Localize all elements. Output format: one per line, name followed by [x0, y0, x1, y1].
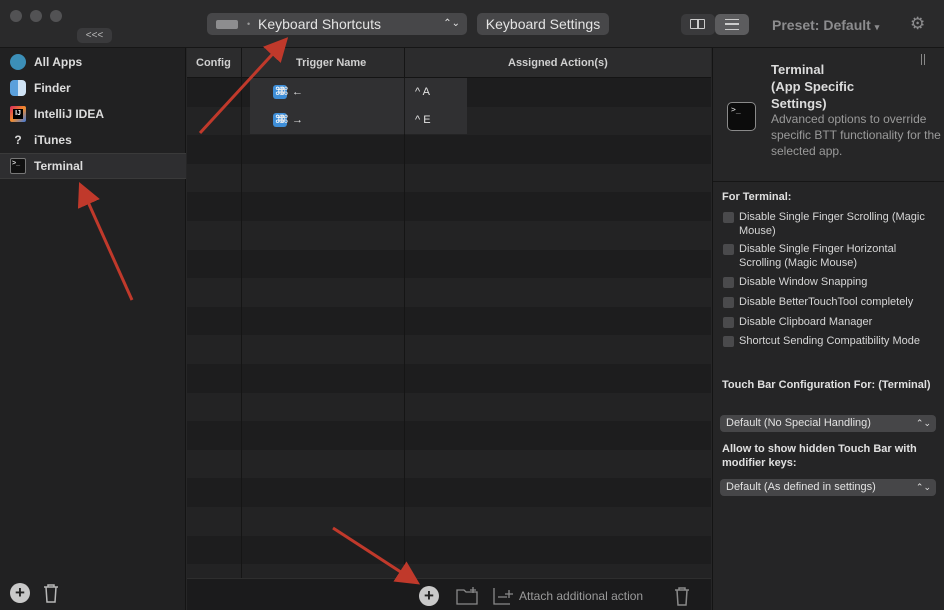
gear-icon[interactable]: ⚙	[910, 14, 925, 34]
app-settings-panel: >_ Terminal (App Specific Settings) Adva…	[712, 48, 944, 610]
trash-icon	[44, 583, 58, 603]
sidebar-item-finder[interactable]: Finder	[0, 75, 186, 101]
preset-label: Preset: Default	[772, 17, 871, 33]
collapse-sidebar-button[interactable]: <<<	[77, 28, 112, 43]
option-disable-single-finger-scrolling[interactable]: Disable Single Finger Scrolling (Magic M…	[723, 210, 933, 238]
sidebar-item-all-apps[interactable]: All Apps	[0, 49, 186, 75]
sidebar-item-label: iTunes	[34, 133, 72, 147]
toolbar: <<< • Keyboard Shortcuts ⌃⌄ Keyboard Set…	[0, 0, 944, 48]
new-folder-button[interactable]	[455, 585, 479, 607]
table-row[interactable]: ⌘ ⌘ ← ^ A	[250, 78, 467, 106]
chevron-updown-icon: ⌃⌄	[443, 18, 460, 29]
finder-icon	[10, 80, 26, 96]
table-header: Config Trigger Name Assigned Action(s)	[187, 48, 711, 78]
table-footer: + Attach additional action	[187, 578, 711, 610]
keyboard-icon	[216, 20, 238, 29]
list-view-icon	[725, 19, 739, 30]
table-row[interactable]: ⌘ ⌘ → ^ E	[250, 106, 467, 134]
intellij-icon: IJ	[10, 106, 26, 122]
preset-select[interactable]: Preset: Default ▾	[772, 17, 879, 33]
add-trigger-button[interactable]: +	[419, 586, 439, 606]
option-label: Disable Single Finger Scrolling (Magic M…	[739, 211, 925, 237]
terminal-icon: >_	[10, 158, 26, 174]
select-value: Default (As defined in settings)	[726, 481, 876, 493]
globe-icon	[10, 54, 26, 70]
panel-title: Terminal (App Specific Settings)	[771, 62, 855, 111]
column-trigger-name[interactable]: Trigger Name	[296, 57, 366, 69]
list-view-button[interactable]	[715, 14, 749, 35]
chevron-down-icon: ▾	[874, 22, 880, 32]
sidebar-item-label: IntelliJ IDEA	[34, 107, 105, 121]
keyboard-settings-button[interactable]: Keyboard Settings	[477, 13, 609, 35]
hidden-touchbar-heading: Allow to show hidden Touch Bar with modi…	[722, 443, 917, 469]
for-terminal-heading: For Terminal:	[722, 191, 792, 203]
option-disable-horizontal-scrolling[interactable]: Disable Single Finger Horizontal Scrolli…	[723, 242, 933, 270]
option-label: Disable Window Snapping	[739, 276, 868, 288]
column-config[interactable]: Config	[196, 57, 231, 69]
option-disable-clipboard-manager[interactable]: Disable Clipboard Manager	[723, 315, 933, 329]
question-icon: ?	[14, 133, 22, 147]
sidebar-item-intellij[interactable]: IJ IntelliJ IDEA	[0, 101, 186, 127]
trigger-category-select[interactable]: • Keyboard Shortcuts ⌃⌄	[207, 13, 467, 35]
option-disable-btt[interactable]: Disable BetterTouchTool completely	[723, 295, 933, 309]
checkbox[interactable]	[723, 277, 734, 288]
assigned-action: ^ A	[415, 86, 430, 98]
zoom-window-button[interactable]	[50, 10, 62, 22]
column-assigned-actions[interactable]: Assigned Action(s)	[508, 57, 608, 69]
sidebar-item-itunes[interactable]: ? iTunes	[0, 127, 186, 153]
trigger-table: Config Trigger Name Assigned Action(s) ⌘…	[187, 48, 711, 610]
checkbox[interactable]	[723, 317, 734, 328]
option-label: Disable BetterTouchTool completely	[739, 296, 914, 308]
category-label: Keyboard Shortcuts	[258, 16, 381, 32]
delete-app-button[interactable]	[41, 582, 61, 604]
checkbox[interactable]	[723, 336, 734, 347]
attach-action-icon	[493, 588, 513, 605]
checkbox[interactable]	[723, 212, 734, 223]
split-view-button[interactable]	[681, 14, 715, 35]
option-shortcut-compat-mode[interactable]: Shortcut Sending Compatibility Mode	[723, 334, 933, 348]
attach-action-button[interactable]: Attach additional action	[491, 585, 661, 607]
option-label: Disable Single Finger Horizontal Scrolli…	[739, 243, 897, 269]
folder-plus-icon	[456, 587, 478, 605]
chevron-updown-icon: ⌃⌄	[915, 482, 931, 492]
table-body	[187, 78, 711, 578]
minimize-window-button[interactable]	[30, 10, 42, 22]
checkbox[interactable]	[723, 297, 734, 308]
trigger-name: ⌘ ←	[278, 86, 304, 98]
attach-action-label: Attach additional action	[519, 589, 644, 603]
add-app-button[interactable]: +	[10, 583, 30, 603]
plus-icon: +	[15, 583, 25, 602]
option-disable-window-snapping[interactable]: Disable Window Snapping	[723, 275, 933, 289]
trash-icon	[675, 586, 689, 606]
trigger-name: ⌘ →	[278, 114, 304, 126]
plus-icon: +	[424, 586, 434, 605]
terminal-app-icon: >_	[727, 102, 756, 131]
option-label: Disable Clipboard Manager	[739, 316, 873, 328]
assigned-action: ^ E	[415, 114, 431, 126]
delete-trigger-button[interactable]	[672, 585, 692, 607]
checkbox[interactable]	[723, 244, 734, 255]
option-label: Shortcut Sending Compatibility Mode	[739, 335, 920, 347]
touchbar-config-select[interactable]: Default (No Special Handling) ⌃⌄	[720, 415, 936, 432]
sidebar-item-terminal[interactable]: >_ Terminal	[0, 153, 186, 179]
select-value: Default (No Special Handling)	[726, 417, 871, 429]
sidebar-item-label: Terminal	[34, 159, 84, 173]
panel-description: Advanced options to override specific BT…	[771, 112, 941, 158]
sidebar-item-label: All Apps	[34, 55, 83, 69]
app-sidebar: All Apps Finder IJ IntelliJ IDEA ? iTune…	[0, 48, 186, 610]
hidden-touchbar-select[interactable]: Default (As defined in settings) ⌃⌄	[720, 479, 936, 496]
chevron-updown-icon: ⌃⌄	[915, 418, 931, 428]
sidebar-item-label: Finder	[34, 81, 71, 95]
close-window-button[interactable]	[10, 10, 22, 22]
app-window: <<< • Keyboard Shortcuts ⌃⌄ Keyboard Set…	[0, 0, 944, 610]
touchbar-heading: Touch Bar Configuration For: (Terminal)	[722, 379, 931, 391]
bullet-icon: •	[247, 19, 251, 29]
